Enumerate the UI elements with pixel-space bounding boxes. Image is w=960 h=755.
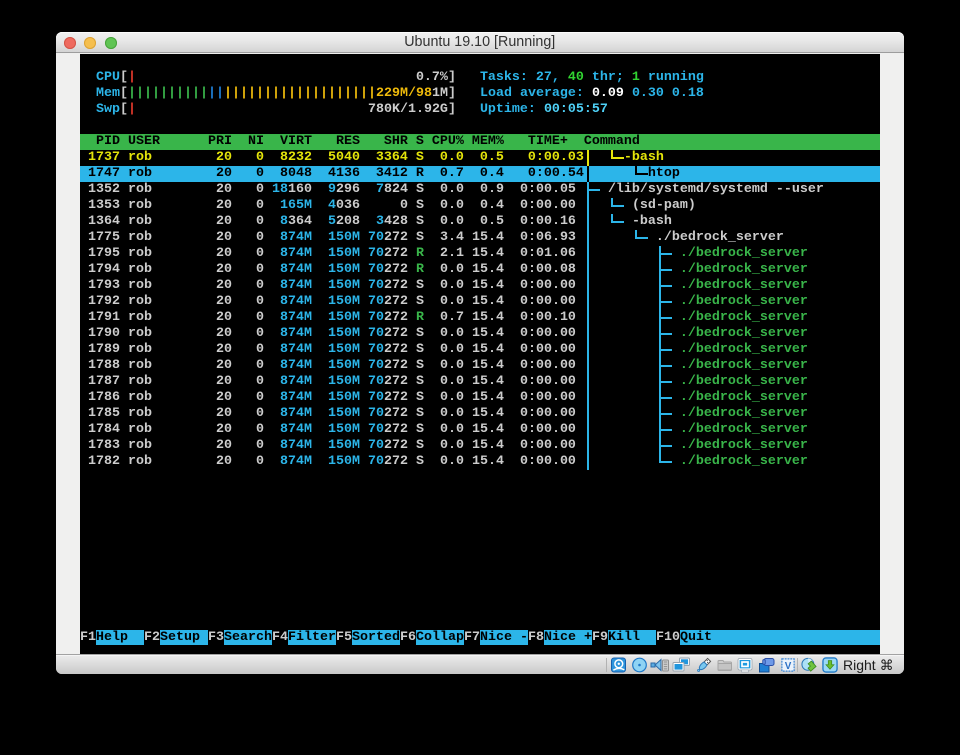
svg-text:V: V: [785, 661, 792, 672]
